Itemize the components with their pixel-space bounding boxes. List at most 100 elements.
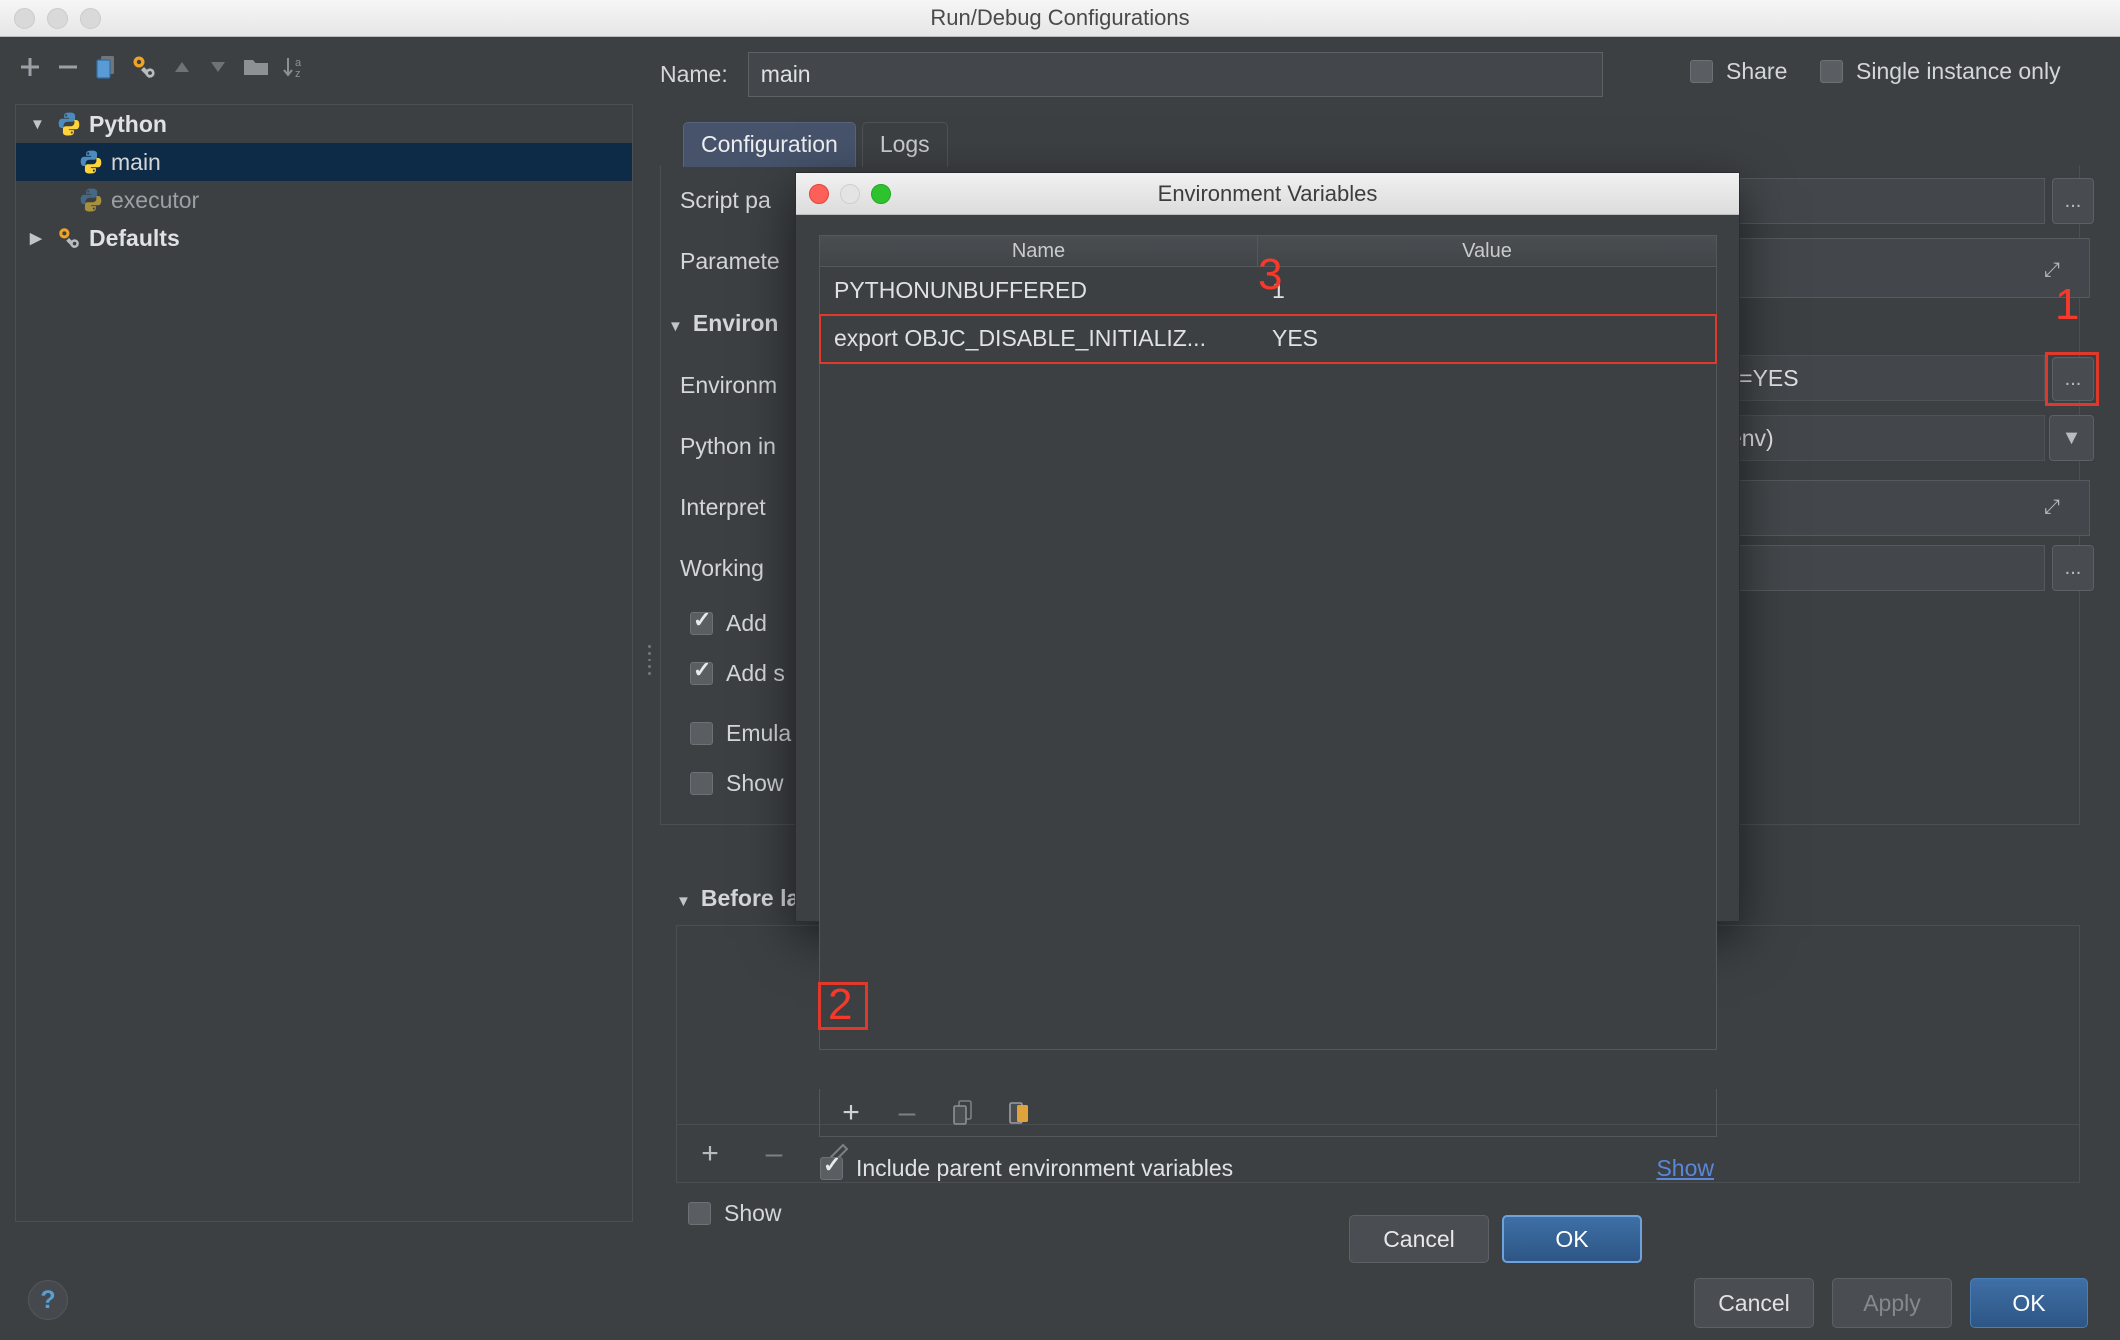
before-launch-section-label[interactable]: ▼ Before lau bbox=[676, 885, 813, 912]
annotation-1: 1 bbox=[2055, 280, 2080, 329]
cancel-button[interactable]: Cancel bbox=[1694, 1278, 1814, 1328]
include-parent-environment-row[interactable]: Include parent environment variables bbox=[820, 1152, 1234, 1182]
paste-icon[interactable] bbox=[1002, 1096, 1036, 1130]
panel-splitter[interactable] bbox=[645, 645, 653, 675]
show-page-label: Show bbox=[724, 1200, 782, 1226]
tree-item-python[interactable]: ▼ Python bbox=[16, 105, 632, 143]
tree-item-defaults[interactable]: ▶ Defaults bbox=[16, 219, 632, 257]
configurations-tree[interactable]: ▼ Python main executor ▶ Defaults bbox=[15, 104, 633, 1222]
tree-item-label: main bbox=[111, 148, 161, 175]
add-source-roots-label: Add s bbox=[726, 660, 785, 686]
wrench-icon bbox=[59, 228, 79, 249]
show-command-line-checkbox[interactable] bbox=[690, 772, 713, 795]
window-title: Run/Debug Configurations bbox=[930, 5, 1190, 30]
python-icon bbox=[80, 150, 102, 174]
working-directory-browse-button[interactable]: ... bbox=[2052, 545, 2094, 591]
env-minimize-button[interactable] bbox=[840, 184, 860, 204]
tree-item-label: Defaults bbox=[89, 224, 180, 251]
include-parent-environment-label: Include parent environment variables bbox=[856, 1155, 1234, 1181]
share-checkbox[interactable] bbox=[1690, 60, 1713, 83]
environment-variables-table[interactable]: Name Value PYTHONUNBUFFERED 1 export OBJ… bbox=[819, 235, 1717, 1050]
interpreter-options-label: Interpret bbox=[680, 494, 766, 520]
variable-value: 1 bbox=[1272, 277, 1285, 303]
env-cancel-button[interactable]: Cancel bbox=[1349, 1215, 1489, 1263]
environment-variables-label: Environm bbox=[680, 372, 778, 398]
add-source-roots-checkbox[interactable] bbox=[690, 657, 713, 685]
share-checkbox-row[interactable]: Share bbox=[1690, 58, 1787, 85]
tree-item-label: executor bbox=[111, 186, 200, 213]
svg-text:z: z bbox=[295, 68, 301, 80]
window-titlebar: Run/Debug Configurations bbox=[0, 0, 2120, 37]
emulate-terminal-label: Emula bbox=[726, 720, 792, 746]
annotation-box-1 bbox=[2045, 352, 2099, 406]
env-dialog-titlebar: Environment Variables bbox=[796, 173, 1739, 215]
copy-icon[interactable] bbox=[946, 1096, 980, 1130]
emulate-terminal-row[interactable]: Emula bbox=[690, 720, 791, 747]
chevron-down-icon[interactable]: ▼ bbox=[676, 893, 691, 910]
chevron-right-icon[interactable]: ▶ bbox=[30, 229, 56, 247]
env-row-toolbar: + – bbox=[819, 1089, 1717, 1137]
python-interpreter-dropdown-button[interactable]: ▼ bbox=[2049, 415, 2094, 461]
apply-button[interactable]: Apply bbox=[1832, 1278, 1952, 1328]
column-header-value[interactable]: Value bbox=[1258, 236, 1716, 266]
new-folder-button[interactable] bbox=[240, 51, 272, 83]
chevron-down-icon[interactable]: ▼ bbox=[30, 116, 56, 133]
add-task-button[interactable]: + bbox=[693, 1137, 727, 1171]
name-input[interactable] bbox=[747, 52, 1603, 97]
remove-variable-button[interactable]: – bbox=[890, 1096, 924, 1130]
emulate-terminal-checkbox[interactable] bbox=[690, 722, 713, 745]
show-command-line-row[interactable]: Show bbox=[690, 770, 784, 797]
python-icon bbox=[58, 112, 80, 136]
chevron-down-icon[interactable]: ▼ bbox=[668, 318, 683, 335]
variable-name: PYTHONUNBUFFERED bbox=[834, 277, 1088, 303]
single-instance-label: Single instance only bbox=[1856, 58, 2061, 84]
remove-configuration-button[interactable] bbox=[52, 51, 84, 83]
move-up-button[interactable] bbox=[166, 51, 198, 83]
add-content-roots-label: Add bbox=[726, 610, 767, 636]
add-variable-button[interactable]: + bbox=[834, 1096, 868, 1130]
edit-defaults-button[interactable] bbox=[128, 51, 160, 83]
tree-item-executor[interactable]: executor bbox=[16, 181, 632, 219]
tree-item-main[interactable]: main bbox=[16, 143, 632, 181]
remove-task-button[interactable]: – bbox=[757, 1137, 791, 1171]
tab-logs[interactable]: Logs bbox=[861, 122, 948, 167]
add-content-roots-row[interactable]: Add bbox=[690, 607, 767, 637]
sort-alphabetically-button[interactable]: a z bbox=[278, 51, 310, 83]
add-configuration-button[interactable] bbox=[14, 51, 46, 83]
env-dialog-title: Environment Variables bbox=[1157, 181, 1378, 206]
name-row: Name: bbox=[660, 52, 1603, 97]
env-zoom-button[interactable] bbox=[871, 184, 891, 204]
add-content-roots-checkbox[interactable] bbox=[690, 607, 713, 635]
single-instance-checkbox-row[interactable]: Single instance only bbox=[1820, 58, 2061, 85]
tree-item-label: Python bbox=[89, 110, 167, 137]
env-close-button[interactable] bbox=[809, 184, 829, 204]
environment-section-label[interactable]: ▼ Environ bbox=[668, 310, 778, 337]
show-link[interactable]: Show bbox=[1656, 1155, 1714, 1182]
annotation-2: 2 bbox=[828, 980, 853, 1029]
parameters-label: Paramete bbox=[680, 248, 780, 274]
ok-button[interactable]: OK bbox=[1970, 1278, 2088, 1328]
variable-value: YES bbox=[1272, 325, 1319, 351]
column-header-name[interactable]: Name bbox=[820, 236, 1258, 266]
include-parent-environment-checkbox[interactable] bbox=[820, 1152, 843, 1180]
table-row[interactable]: export OBJC_DISABLE_INITIALIZ... YES bbox=[819, 314, 1717, 364]
show-page-checkbox[interactable] bbox=[688, 1202, 711, 1225]
copy-configuration-button[interactable] bbox=[90, 51, 122, 83]
python-interpreter-label: Python in bbox=[680, 433, 776, 459]
add-source-roots-row[interactable]: Add s bbox=[690, 657, 785, 687]
script-path-label: Script pa bbox=[680, 187, 771, 213]
show-command-line-label: Show bbox=[726, 770, 784, 796]
run-debug-configurations-window: Run/Debug Configurations a z ▼ Python ma… bbox=[0, 0, 2120, 1340]
env-ok-button[interactable]: OK bbox=[1502, 1215, 1642, 1263]
python-icon bbox=[80, 188, 102, 212]
interpreter-options-expand-icon[interactable]: ⤢ bbox=[2035, 492, 2069, 522]
script-path-browse-button[interactable]: ... bbox=[2052, 178, 2094, 224]
config-tabs[interactable]: Configuration Logs bbox=[683, 122, 948, 167]
env-dialog-traffic-lights bbox=[809, 184, 891, 204]
help-button[interactable]: ? bbox=[28, 1280, 68, 1320]
tab-configuration[interactable]: Configuration bbox=[683, 122, 856, 167]
show-page-row[interactable]: Show bbox=[688, 1200, 782, 1227]
configurations-toolbar: a z bbox=[0, 37, 645, 95]
single-instance-checkbox[interactable] bbox=[1820, 60, 1843, 83]
move-down-button[interactable] bbox=[202, 51, 234, 83]
